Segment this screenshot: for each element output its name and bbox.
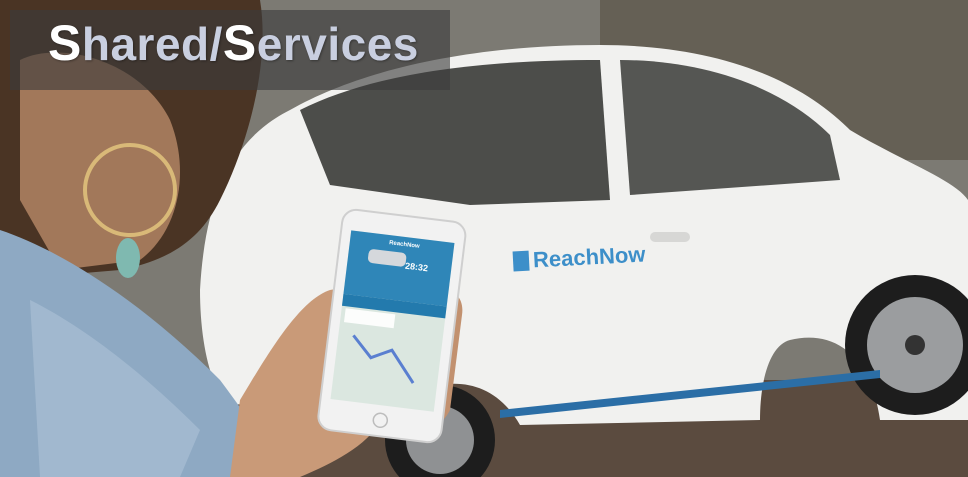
woman-earring-stone [116, 238, 140, 278]
photo-scene: Shared/Services ReachNow ReachNow 28:32 [0, 0, 968, 477]
page-title: Shared/Services [48, 18, 419, 68]
brand-mark-icon [512, 250, 530, 272]
car-brand-text: ReachNow [532, 241, 647, 273]
title-cap-2: S [222, 15, 257, 71]
car-door-handle [650, 232, 690, 242]
title-rest-1: hared/ [81, 18, 223, 70]
title-cap-1: S [48, 15, 82, 71]
car-rear-hub [905, 335, 925, 355]
title-rest-2: ervices [256, 18, 419, 70]
